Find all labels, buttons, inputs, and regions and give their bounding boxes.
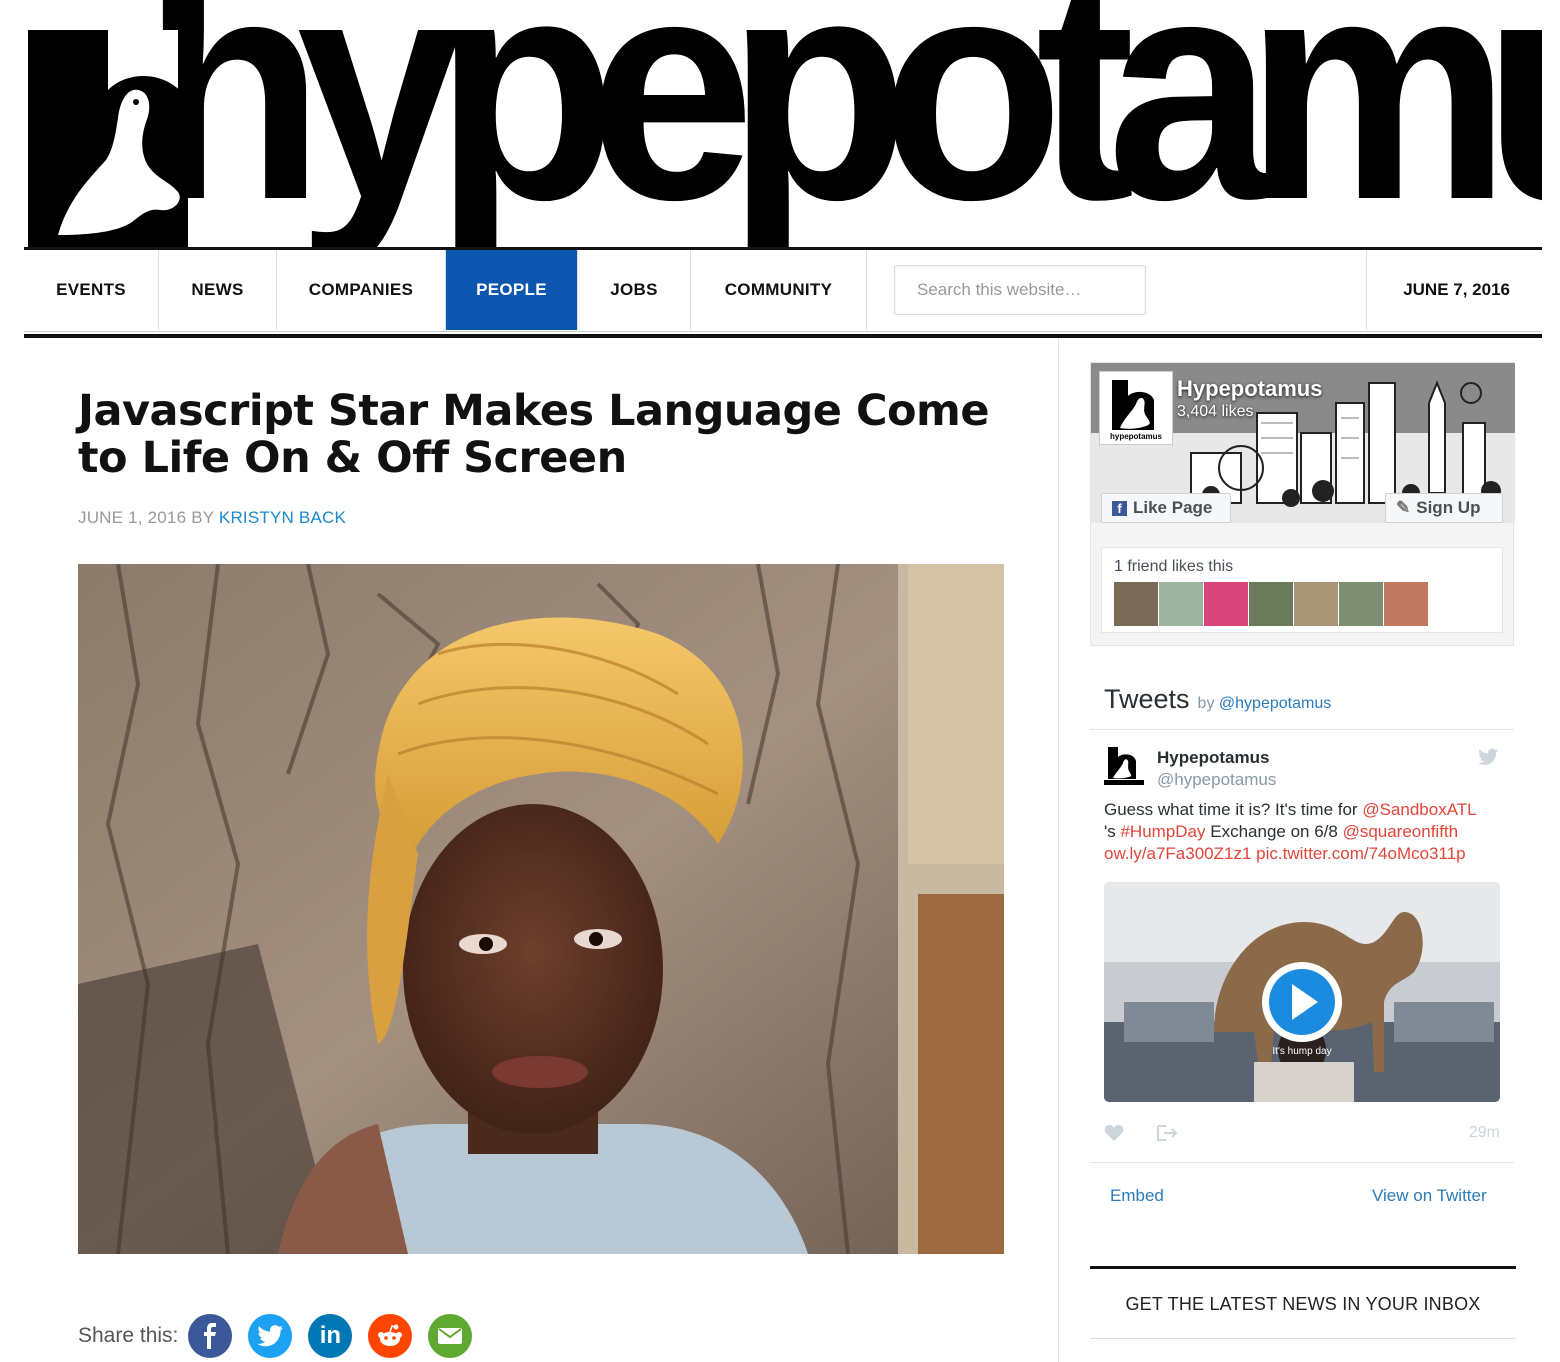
tweet-text-part: Exchange on 6/8 [1205, 822, 1343, 841]
hypepotamus-logo-icon: hypepotamus [1102, 374, 1170, 442]
reddit-share-button[interactable] [368, 1314, 413, 1358]
tweet-author-handle[interactable]: @hypepotamus [1157, 770, 1276, 790]
like-heart-icon[interactable] [1104, 1124, 1124, 1142]
facebook-page-name[interactable]: Hypepotamus [1177, 376, 1322, 402]
search-input[interactable] [894, 265, 1146, 315]
tweet-text-part: 's [1104, 822, 1121, 841]
nav-bottom-divider-thin [24, 331, 1542, 332]
facebook-sign-up-button[interactable]: ✎ Sign Up [1385, 493, 1503, 523]
sidebar-divider [1058, 338, 1059, 1362]
nav-item-community[interactable]: COMMUNITY [691, 250, 867, 330]
main-nav: EVENTS NEWS COMPANIES PEOPLE JOBS COMMUN… [24, 250, 1542, 330]
share-tweet-icon[interactable] [1156, 1124, 1178, 1142]
twitter-share-button[interactable] [248, 1314, 293, 1358]
email-share-button[interactable] [428, 1314, 473, 1358]
tweet-hashtag-humpday[interactable]: #HumpDay [1120, 822, 1205, 841]
reddit-icon [378, 1324, 403, 1346]
tweet-actions: 29m [1104, 1124, 1500, 1144]
linkedin-share-button[interactable]: in [308, 1314, 353, 1358]
tweet-media-video[interactable]: It's hump day [1104, 882, 1500, 1102]
tweet-timestamp[interactable]: 29m [1469, 1124, 1500, 1142]
tweets-by: by @hypepotamus [1198, 695, 1332, 713]
friends-likes-text: 1 friend likes this [1114, 558, 1234, 575]
nav-item-companies[interactable]: COMPANIES [277, 250, 446, 330]
twitter-bird-icon[interactable] [1478, 748, 1498, 766]
tweets-title: Tweets [1104, 684, 1190, 714]
facebook-page-avatar[interactable]: hypepotamus [1100, 372, 1172, 444]
friend-avatar[interactable] [1294, 582, 1338, 626]
newsletter-top-divider [1090, 1266, 1516, 1269]
tweet-text: Guess what time it is? It's time for @Sa… [1104, 799, 1504, 865]
facebook-friends-box: 1 friend likes this [1101, 547, 1503, 633]
article-meta: JUNE 1, 2016 BY KRISTYN BACK [78, 508, 346, 528]
article-by: BY [191, 508, 214, 527]
tweets-by-label: by [1197, 695, 1215, 712]
hero-photo-illustration [78, 564, 1004, 1254]
nav-item-jobs[interactable]: JOBS [578, 250, 691, 330]
friend-avatar[interactable] [1204, 582, 1248, 626]
tweet-author-name[interactable]: Hypepotamus [1157, 748, 1269, 768]
svg-text:hypepotamus: hypepotamus [1110, 432, 1163, 441]
view-on-twitter-link[interactable]: View on Twitter [1372, 1186, 1487, 1206]
logo-wordmark: hypepotamus [142, 0, 1542, 248]
current-date: JUNE 7, 2016 [1403, 280, 1510, 299]
tweet-text-part: Guess what time it is? It's time for [1104, 800, 1363, 819]
share-label: Share this: [78, 1324, 179, 1347]
pencil-icon: ✎ [1396, 498, 1411, 517]
friend-avatar[interactable] [1114, 582, 1158, 626]
article-date: JUNE 1, 2016 [78, 508, 187, 527]
camel-office-gif-thumbnail: It's hump day [1104, 882, 1500, 1102]
hippo-mascot-icon [28, 30, 188, 248]
tweets-handle-link[interactable]: @hypepotamus [1219, 695, 1331, 712]
article-title: Javascript Star Makes Language Come to L… [78, 386, 990, 483]
friend-avatar[interactable] [1159, 582, 1203, 626]
email-icon [438, 1328, 463, 1344]
tweet-author-avatar[interactable] [1104, 745, 1144, 785]
friend-avatar[interactable] [1384, 582, 1428, 626]
tweet-mention-sandboxatl[interactable]: @SandboxATL [1362, 800, 1476, 819]
nav-item-news[interactable]: NEWS [159, 250, 277, 330]
facebook-cover-image: hypepotamus Hypepotamus 3,404 likes f Li… [1091, 363, 1515, 523]
facebook-like-page-button[interactable]: f Like Page [1101, 493, 1231, 523]
friend-faces [1114, 582, 1428, 626]
facebook-f-icon: f [1112, 500, 1127, 516]
nav-item-events[interactable]: EVENTS [24, 250, 159, 330]
nav-bottom-divider [24, 334, 1542, 338]
facebook-like-count: 3,404 likes [1177, 403, 1254, 420]
twitter-icon [257, 1325, 284, 1347]
nav-item-people[interactable]: PEOPLE [446, 250, 578, 330]
facebook-share-button[interactable] [188, 1314, 233, 1358]
article-hero-image [78, 564, 1004, 1254]
friend-avatar[interactable] [1249, 582, 1293, 626]
tweets-header: Tweets by @hypepotamus [1104, 684, 1331, 715]
newsletter-heading: GET THE LATEST NEWS IN YOUR INBOX [1125, 1294, 1481, 1314]
like-page-label: Like Page [1133, 498, 1213, 517]
embed-link[interactable]: Embed [1110, 1186, 1164, 1206]
tweets-header-divider [1090, 729, 1514, 730]
facebook-page-widget: hypepotamus Hypepotamus 3,404 likes f Li… [1090, 362, 1515, 646]
facebook-icon [204, 1323, 217, 1349]
sign-up-label: Sign Up [1416, 498, 1481, 517]
tweet-pic-link[interactable]: pic.twitter.com/74oMco311p [1256, 844, 1465, 863]
tweet-mention-squareonfifth[interactable]: @squareonfifth [1343, 822, 1459, 841]
svg-text:It's hump day: It's hump day [1272, 1046, 1331, 1057]
article-author-link[interactable]: KRISTYN BACK [219, 508, 346, 527]
search-area [867, 250, 1367, 330]
tweets-footer-divider [1090, 1162, 1514, 1163]
newsletter-bottom-divider [1090, 1338, 1516, 1339]
friend-avatar[interactable] [1339, 582, 1383, 626]
site-logo[interactable]: hypepotamus [24, 0, 1542, 248]
share-bar: Share this: in [78, 1314, 488, 1358]
tweet-short-link[interactable]: ow.ly/a7Fa300Z1z1 [1104, 844, 1251, 863]
linkedin-icon: in [319, 1322, 342, 1349]
